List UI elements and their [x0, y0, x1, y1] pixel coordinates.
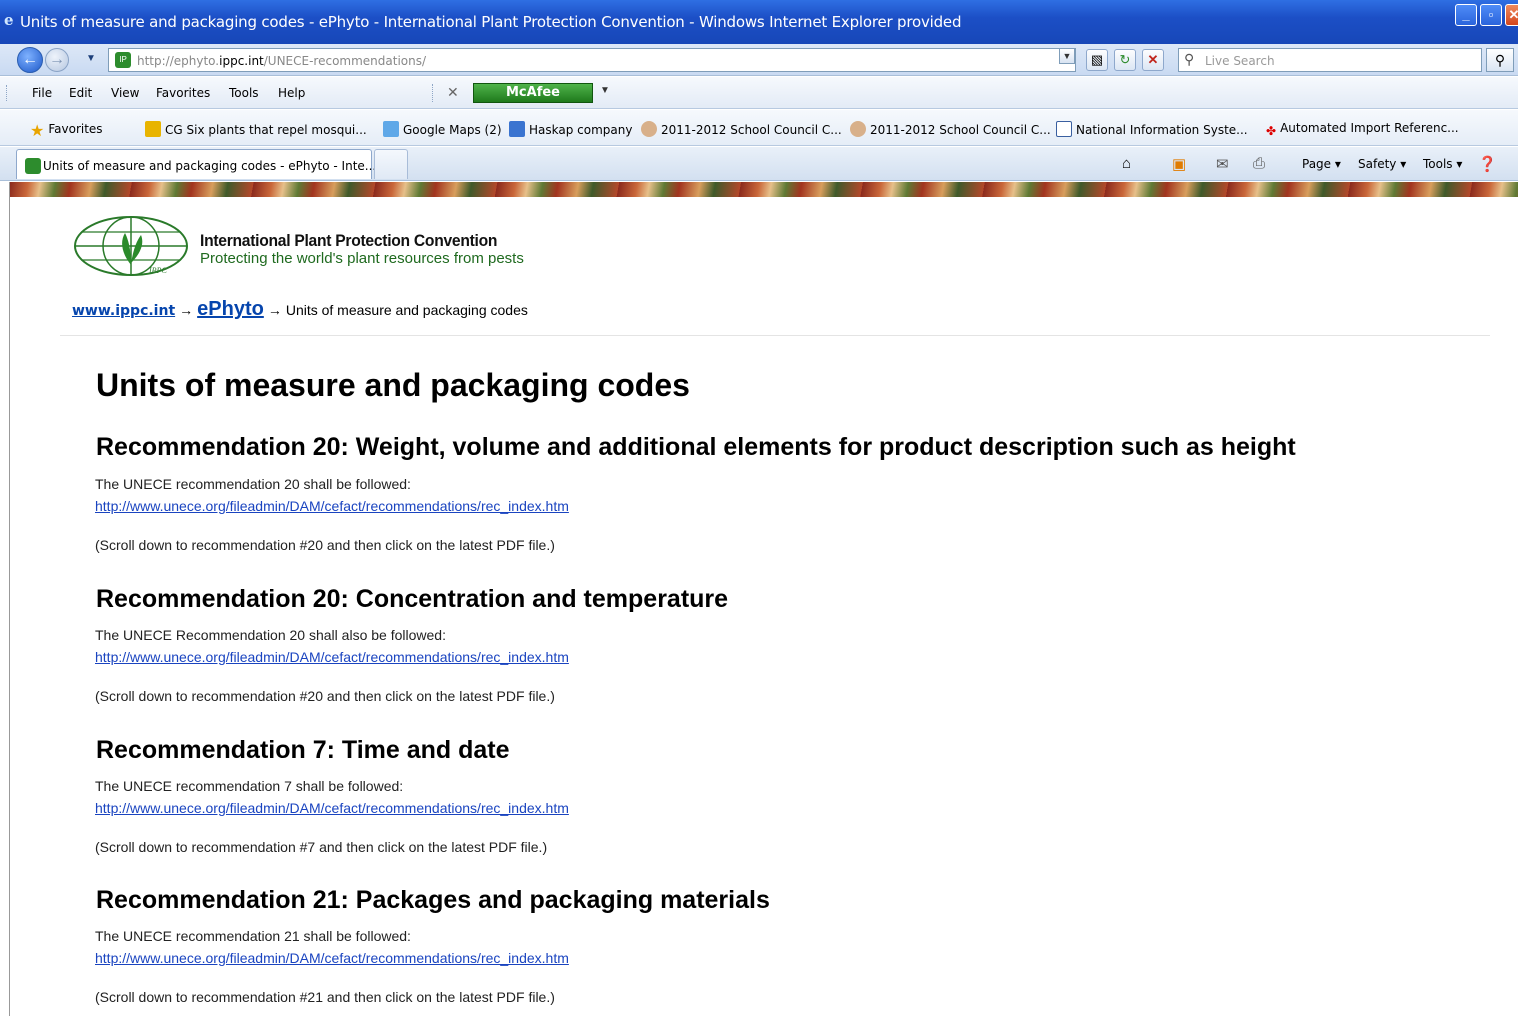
unece-link[interactable]: http://www.unece.org/fileadmin/DAM/cefac… — [95, 800, 569, 816]
window-title: Units of measure and packaging codes - e… — [20, 13, 962, 31]
favorite-link-5[interactable]: National Information Syste... — [1056, 121, 1248, 137]
compatibility-view-icon[interactable]: ▧ — [1086, 49, 1108, 71]
breadcrumb: www.ippc.int → ePhyto → Units of measure and… — [72, 298, 528, 321]
school-icon — [850, 121, 866, 137]
svg-text:IPPC: IPPC — [148, 266, 167, 275]
page-left-border — [0, 182, 10, 1016]
unece-link[interactable]: http://www.unece.org/fileadmin/DAM/cefac… — [95, 950, 569, 966]
section-text: The UNECE recommendation 20 shall be fol… — [95, 476, 411, 492]
home-icon[interactable]: ⌂ — [1122, 155, 1131, 172]
window-titlebar: e Units of measure and packaging codes -… — [0, 0, 1518, 44]
back-button[interactable]: ← — [17, 47, 43, 73]
menu-favorites[interactable]: Favorites — [156, 86, 210, 100]
favorites-bar: ★ Favorites CG Six plants that repel mosq… — [0, 110, 1518, 146]
feeds-icon[interactable]: ▣ — [1172, 155, 1186, 173]
section-heading: Recommendation 20: Weight, volume and ad… — [96, 433, 1296, 461]
menu-help[interactable]: Help — [278, 86, 305, 100]
section-text: The UNECE recommendation 7 shall be foll… — [95, 778, 404, 794]
mcafee-dropdown-icon[interactable]: ▼ — [600, 85, 610, 96]
section-text: The UNECE recommendation 21 shall be fol… — [95, 928, 411, 944]
tab-active[interactable]: Units of measure and packaging codes - e… — [16, 149, 376, 179]
favorites-button[interactable]: ★ Favorites — [30, 121, 103, 140]
section-note: (Scroll down to recommendation #21 and t… — [95, 989, 555, 1005]
favorite-link-1[interactable]: Google Maps (2) — [383, 121, 502, 137]
breadcrumb-separator: → — [267, 302, 282, 318]
favorite-link-3[interactable]: 2011-2012 School Council C... — [641, 121, 842, 137]
tools-menu-button[interactable]: Tools ▾ — [1423, 157, 1462, 171]
unece-link[interactable]: http://www.unece.org/fileadmin/DAM/cefac… — [95, 649, 569, 665]
new-tab-button[interactable] — [374, 149, 408, 179]
org-name: International Plant Protection Conventio… — [200, 231, 498, 250]
help-icon[interactable]: ❓ — [1478, 155, 1497, 173]
ippc-logo-icon: IPPC — [74, 216, 188, 276]
search-input[interactable]: ⚲ Live Search — [1178, 48, 1482, 72]
address-dropdown-icon[interactable]: ▼ — [1059, 48, 1075, 64]
ie-logo-icon: e — [4, 11, 14, 29]
stop-icon[interactable]: ✕ — [1142, 49, 1164, 71]
tab-bar: Units of measure and packaging codes - e… — [0, 147, 1518, 181]
close-window-button[interactable]: ✕ — [1505, 4, 1518, 26]
close-toolbar-icon[interactable]: ✕ — [447, 84, 459, 101]
breadcrumb-separator: → — [179, 302, 194, 318]
mail-icon[interactable]: ✉ — [1216, 155, 1229, 173]
page-menu-button[interactable]: Page ▾ — [1302, 157, 1341, 171]
toolbar-grip — [6, 85, 9, 101]
forward-button[interactable]: → — [45, 48, 69, 72]
section-note: (Scroll down to recommendation #20 and t… — [95, 688, 555, 704]
maps-icon — [383, 121, 399, 137]
section-note: (Scroll down to recommendation #20 and t… — [95, 537, 555, 553]
mcafee-button[interactable]: McAfee — [473, 83, 593, 103]
star-icon: ★ — [30, 121, 45, 140]
unece-link[interactable]: http://www.unece.org/fileadmin/DAM/cefac… — [95, 498, 569, 514]
favorite-link-0[interactable]: CG Six plants that repel mosqui... — [145, 121, 367, 137]
search-placeholder: Live Search — [1205, 54, 1275, 68]
menu-file[interactable]: File — [32, 86, 52, 100]
refresh-icon[interactable]: ↻ — [1114, 49, 1136, 71]
minimize-button[interactable]: _ — [1455, 4, 1477, 26]
favorite-link-2[interactable]: Haskap company — [509, 121, 632, 137]
add-favorite-icon — [145, 121, 161, 137]
breadcrumb-home-link[interactable]: www.ippc.int — [72, 303, 175, 319]
section-note: (Scroll down to recommendation #7 and th… — [95, 839, 548, 855]
maximize-button[interactable]: ▫ — [1480, 4, 1502, 26]
ipm-icon — [1056, 121, 1072, 137]
search-button[interactable]: ⚲ — [1486, 48, 1514, 72]
section-heading: Recommendation 21: Packages and packagin… — [96, 886, 770, 914]
menu-view[interactable]: View — [111, 86, 139, 100]
page-title: Units of measure and packaging codes — [96, 367, 690, 403]
menu-tools[interactable]: Tools — [229, 86, 259, 100]
section-heading: Recommendation 20: Concentration and tem… — [96, 585, 729, 613]
site-favicon-icon: IP — [115, 52, 131, 68]
toolbar-separator — [432, 84, 433, 102]
school-icon — [641, 121, 657, 137]
header-banner-image — [10, 182, 1518, 197]
breadcrumb-ephyto-link[interactable]: ePhyto — [197, 298, 264, 320]
section-heading: Recommendation 7: Time and date — [96, 736, 510, 764]
maple-leaf-icon: ✤ — [1266, 124, 1277, 138]
org-tagline: Protecting the world's plant resources f… — [200, 250, 524, 267]
safety-menu-button[interactable]: Safety ▾ — [1358, 157, 1406, 171]
site-favicon-icon — [25, 158, 41, 174]
favorite-link-4[interactable]: 2011-2012 School Council C... — [850, 121, 1051, 137]
address-bar[interactable]: IP http://ephyto.ippc.int/UNECE-recommen… — [108, 48, 1076, 72]
menu-bar: File Edit View Favorites Tools Help ✕ Mc… — [0, 77, 1518, 109]
section-text: The UNECE Recommendation 20 shall also b… — [95, 627, 446, 643]
breadcrumb-current: Units of measure and packaging codes — [285, 302, 528, 318]
address-url[interactable]: http://ephyto.ippc.int/UNECE-recommendat… — [137, 54, 426, 68]
address-toolbar: ← → ▼ IP http://ephyto.ippc.int/UNECE-re… — [0, 44, 1518, 76]
divider — [60, 335, 1490, 336]
menu-edit[interactable]: Edit — [69, 86, 92, 100]
tab-label: Units of measure and packaging codes - e… — [43, 159, 377, 173]
print-icon[interactable]: ⎙ — [1253, 155, 1265, 172]
recent-pages-dropdown-icon[interactable]: ▼ — [86, 53, 96, 64]
favorite-link-6[interactable]: ✤ Automated Import Referenc... — [1266, 121, 1459, 140]
search-provider-icon: ⚲ — [1184, 51, 1195, 67]
ie-page-icon — [509, 121, 525, 137]
